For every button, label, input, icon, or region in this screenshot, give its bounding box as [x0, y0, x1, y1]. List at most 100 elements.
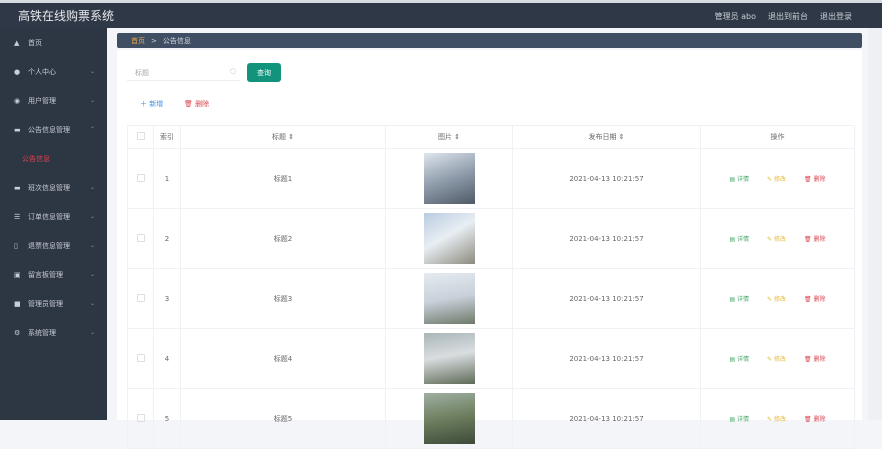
chevron-icon: ⌄	[89, 242, 95, 249]
delete-label: 删除	[813, 236, 826, 243]
edit-button[interactable]: ✎ 修改	[767, 414, 786, 423]
sidebar-item-label: 班次信息管理	[28, 183, 70, 192]
table-row: 4 标题4 2021-04-13 10:21:57 ▤ 详情 ✎ 修改 🗑 删除	[127, 328, 855, 389]
delete-button[interactable]: 🗑 删除	[804, 234, 826, 243]
chevron-icon: ⌄	[89, 300, 95, 307]
detail-button[interactable]: ▤ 详情	[729, 294, 749, 303]
image-icon: ■	[14, 299, 21, 308]
edit-button[interactable]: ✎ 修改	[767, 294, 786, 303]
row-index: 1	[153, 148, 181, 209]
delete-label: 删除	[813, 296, 826, 303]
sidebar-item-label: 用户管理	[28, 96, 56, 105]
sidebar-item[interactable]: ▯ 退票信息管理 ⌄	[0, 231, 107, 260]
query-button[interactable]: 查询	[247, 63, 281, 82]
row-date: 2021-04-13 10:21:57	[512, 328, 701, 389]
list-icon: ☰	[14, 212, 21, 221]
delete-button[interactable]: 🗑 删除	[804, 414, 826, 423]
notice-table: 索引 标题 ⇕ 图片 ⇕ 发布日期 ⇕ 操作 1 标题1 2021-04-13 …	[127, 125, 855, 449]
train-image	[423, 213, 475, 264]
row-title: 标题1	[180, 148, 386, 209]
sidebar-item-label: 首页	[28, 38, 42, 47]
detail-label: 详情	[737, 236, 750, 243]
row-title: 标题3	[180, 268, 386, 329]
row-date: 2021-04-13 10:21:57	[512, 388, 701, 449]
detail-button[interactable]: ▤ 详情	[729, 414, 749, 423]
title-search-input[interactable]: 标题 ○	[127, 63, 240, 81]
row-checkbox[interactable]	[136, 353, 145, 362]
gear-icon: ⚙	[14, 328, 21, 337]
chevron-icon: ⌄	[89, 97, 95, 104]
sidebar-item-label: 退票信息管理	[28, 241, 70, 250]
edit-button[interactable]: ✎ 修改	[767, 234, 786, 243]
sidebar-item[interactable]: ⚙ 系统管理 ⌄	[0, 318, 107, 347]
add-button[interactable]: ＋ 新增	[140, 99, 163, 109]
mic-icon: ◉	[14, 96, 21, 105]
edit-label: 修改	[773, 296, 786, 303]
row-title: 标题2	[180, 208, 386, 269]
sidebar-item[interactable]: ■ 管理员管理 ⌄	[0, 289, 107, 318]
select-all-checkbox[interactable]	[136, 132, 145, 140]
row-title: 标题5	[180, 388, 386, 449]
breadcrumb-home[interactable]: 首页	[131, 36, 145, 46]
scrollbar[interactable]	[868, 28, 882, 420]
delete-button[interactable]: 🗑 删除	[804, 294, 826, 303]
sidebar-item[interactable]: ▬ 班次信息管理 ⌄	[0, 173, 107, 202]
trash-icon: 🗑	[184, 100, 193, 108]
train-image	[423, 393, 475, 444]
table-row: 2 标题2 2021-04-13 10:21:57 ▤ 详情 ✎ 修改 🗑 删除	[127, 208, 855, 269]
train-image	[423, 153, 475, 204]
monitor-icon: ▬	[14, 183, 21, 192]
row-date: 2021-04-13 10:21:57	[512, 268, 701, 329]
sidebar-subitem-notice[interactable]: 公告信息	[0, 144, 107, 173]
sidebar-item[interactable]: ▲ 首页	[0, 28, 107, 57]
delete-label: 删除	[195, 100, 210, 108]
col-index: 索引	[153, 125, 181, 149]
sidebar-item-label: 留言板管理	[28, 270, 63, 279]
chevron-icon: ⌄	[89, 213, 95, 220]
sidebar-item-label: 管理员管理	[28, 299, 63, 308]
table-row: 3 标题3 2021-04-13 10:21:57 ▤ 详情 ✎ 修改 🗑 删除	[127, 268, 855, 329]
edit-button[interactable]: ✎ 修改	[767, 354, 786, 363]
row-checkbox[interactable]	[136, 293, 145, 302]
row-checkbox[interactable]	[136, 173, 145, 182]
sidebar-item[interactable]: ◉ 用户管理 ⌄	[0, 86, 107, 115]
batch-delete-button[interactable]: 🗑 删除	[184, 99, 209, 109]
sidebar-item[interactable]: ▣ 留言板管理 ⌄	[0, 260, 107, 289]
col-actions: 操作	[700, 125, 855, 149]
edit-label: 修改	[773, 176, 786, 183]
search-placeholder: 标题	[135, 69, 149, 77]
breadcrumb: 首页 > 公告信息	[117, 33, 862, 48]
row-index: 4	[153, 328, 181, 389]
detail-button[interactable]: ▤ 详情	[729, 234, 749, 243]
train-image	[423, 273, 475, 324]
sidebar-item-label: 公告信息管理	[28, 125, 70, 134]
row-index: 5	[153, 388, 181, 449]
row-checkbox[interactable]	[136, 233, 145, 242]
row-index: 3	[153, 268, 181, 329]
delete-button[interactable]: 🗑 删除	[804, 174, 826, 183]
detail-label: 详情	[737, 356, 750, 363]
row-date: 2021-04-13 10:21:57	[512, 148, 701, 209]
logout-link[interactable]: 退出登录	[820, 11, 852, 22]
train-image	[423, 333, 475, 384]
sidebar-item[interactable]: ▬ 公告信息管理 ⌃	[0, 115, 107, 144]
row-checkbox[interactable]	[136, 413, 145, 422]
detail-button[interactable]: ▤ 详情	[729, 174, 749, 183]
add-label: 新增	[149, 100, 164, 108]
delete-button[interactable]: 🗑 删除	[804, 354, 826, 363]
sidebar-item-label: 订单信息管理	[28, 212, 70, 221]
col-image[interactable]: 图片 ⇕	[385, 125, 513, 149]
chevron-icon: ⌄	[89, 271, 95, 278]
col-date[interactable]: 发布日期 ⇕	[512, 125, 701, 149]
edit-button[interactable]: ✎ 修改	[767, 174, 786, 183]
col-title[interactable]: 标题 ⇕	[180, 125, 386, 149]
back-to-front-link[interactable]: 退出到前台	[768, 11, 808, 22]
detail-button[interactable]: ▤ 详情	[729, 354, 749, 363]
row-title: 标题4	[180, 328, 386, 389]
home-icon: ▲	[14, 38, 20, 47]
detail-label: 详情	[737, 176, 750, 183]
sidebar-item[interactable]: ☰ 订单信息管理 ⌄	[0, 202, 107, 231]
sidebar-item[interactable]: ● 个人中心 ⌄	[0, 57, 107, 86]
top-bar: 高铁在线购票系统 管理员 abo 退出到前台 退出登录	[0, 0, 882, 28]
user-icon: ●	[14, 67, 21, 76]
